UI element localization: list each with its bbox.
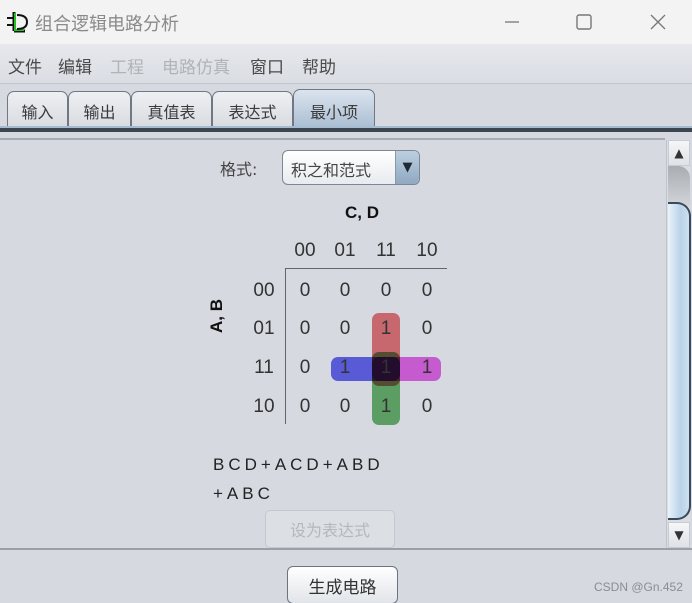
kmap-cell: 0 [339,280,351,301]
minimize-icon [505,21,519,23]
kmap-row-label: 00 [253,280,275,301]
expression-line-2: +ABC [213,484,274,503]
kmap-cell: 0 [339,396,351,417]
title-bar: 组合逻辑电路分析 [0,0,692,44]
generate-circuit-button[interactable]: 生成电路 [287,566,398,603]
kmap-cell: 0 [339,318,351,339]
kmap-cell: 0 [299,318,311,339]
minimize-button[interactable] [492,8,532,36]
kmap-cell: 0 [299,280,311,301]
scroll-up-button[interactable]: ▲ [668,140,690,166]
tab-minimized[interactable]: 最小项 [293,89,375,131]
menu-help[interactable]: 帮助 [302,53,336,78]
kmap-row-label: 10 [253,396,275,417]
format-dropdown[interactable]: 积之和范式 ▼ [282,150,420,185]
kmap-row-label: 01 [253,318,275,339]
menu-project[interactable]: 工程 [110,53,144,78]
scroll-down-arrow-icon: ▼ [674,528,684,542]
menu-simulate[interactable]: 电路仿真 [162,53,230,78]
kmap-cell: 1 [380,318,392,339]
format-label: 格式: [220,160,258,179]
kmap-cell: 1 [380,357,392,378]
vertical-scrollbar[interactable]: ▲ ▼ [666,140,691,548]
kmap-column-label: 00 [294,240,316,261]
scroll-up-arrow-icon: ▲ [674,146,684,160]
tab-underline [0,128,692,132]
window-title: 组合逻辑电路分析 [35,14,179,35]
chevron-down-icon: ▼ [395,151,419,184]
menu-file[interactable]: 文件 [8,53,42,78]
tab-outputs[interactable]: 输出 [68,91,131,129]
kmap-cell: 0 [299,396,311,417]
menu-edit[interactable]: 编辑 [58,53,92,78]
close-button[interactable] [638,8,678,36]
kmap-column-label: 11 [376,240,396,261]
format-selected-value: 积之和范式 [291,161,372,180]
menu-window[interactable]: 窗口 [250,53,284,78]
watermark: CSDN @Gn.452 [594,580,683,594]
panel-divider [0,548,692,550]
kmap-cell: 1 [339,357,351,378]
scroll-down-button[interactable]: ▼ [668,522,690,548]
logisim-icon [7,12,29,33]
expression-line-1: BCD+ACD+ABD [213,455,384,474]
tab-truth-table[interactable]: 真值表 [131,91,212,129]
maximize-button[interactable] [564,8,604,36]
kmap-cell: 0 [299,357,311,378]
kmap-column-label: 10 [416,240,438,261]
kmap-row-variables: A, B [207,299,226,333]
maximize-icon [576,14,592,30]
kmap-cell: 1 [380,396,392,417]
set-as-expression-button[interactable]: 设为表达式 [265,510,395,548]
scroll-track-shadow [668,166,690,206]
kmap-column-variables: C, D [345,203,379,222]
kmap-column-label: 01 [334,240,356,261]
menu-bar: 文件 编辑 工程 电路仿真 窗口 帮助 [0,44,692,84]
kmap-cell: 0 [421,318,433,339]
kmap-cell: 1 [421,357,433,378]
tab-inputs[interactable]: 输入 [7,91,68,129]
kmap-cell: 0 [421,280,433,301]
kmap-row-divider [285,268,286,424]
kmap-header-divider [285,268,447,269]
minimized-panel [0,138,665,548]
kmap-cell: 0 [421,396,433,417]
kmap-cell: 0 [380,280,392,301]
close-icon [650,14,666,30]
kmap-row-label: 11 [254,357,274,378]
tab-expression[interactable]: 表达式 [212,91,293,129]
scroll-thumb[interactable] [668,202,691,520]
